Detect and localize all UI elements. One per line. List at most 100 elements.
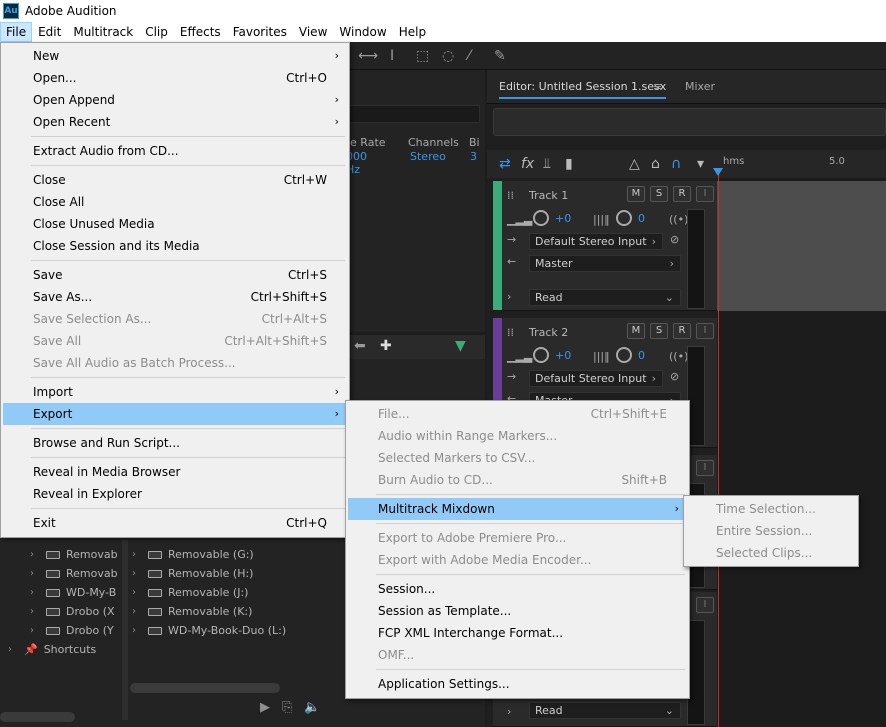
menu-multitrack[interactable]: Multitrack (67, 22, 139, 42)
menu-clip[interactable]: Clip (139, 22, 174, 42)
spot-heal-icon[interactable]: ✎ (494, 48, 506, 64)
export-menu-item-session[interactable]: Session... (348, 578, 687, 600)
marquee-icon[interactable]: ⬚ (416, 48, 429, 64)
menu-edit[interactable]: Edit (32, 22, 67, 42)
menu-effects[interactable]: Effects (174, 22, 227, 42)
file-menu-item-import[interactable]: Import › (3, 381, 347, 403)
back-icon[interactable]: ⬅ (354, 338, 366, 354)
phase-icon[interactable]: ⊘ (670, 370, 679, 383)
right-scrollbar[interactable] (130, 683, 280, 693)
input-select[interactable]: Default Stereo Input › (529, 233, 663, 250)
sends-icon[interactable]: ⫫ (543, 156, 551, 172)
pane-divider[interactable] (122, 540, 128, 720)
add-shortcut-icon[interactable]: ✚ (380, 338, 392, 354)
play-icon[interactable]: ▶ (260, 700, 270, 715)
output-select[interactable]: Master› (529, 255, 681, 272)
export-menu-item-multitrack-mixdown[interactable]: Multitrack Mixdown › (348, 498, 687, 520)
metronome-icon[interactable]: △ (629, 156, 640, 172)
phase-icon[interactable]: ⊘ (670, 233, 679, 246)
tab-mixer[interactable]: Mixer (685, 80, 715, 93)
drag-handle-icon[interactable]: ⁞⁞ (507, 189, 514, 202)
pan-knob[interactable] (616, 347, 632, 363)
left-scrollbar[interactable] (0, 712, 75, 722)
filter-icon[interactable]: ▼ (455, 338, 466, 354)
eq-icon[interactable]: ▮ (565, 156, 573, 172)
menu-file[interactable]: File (0, 22, 33, 42)
input-monitor-button[interactable]: I (696, 323, 714, 339)
track-name[interactable]: Track 2 (529, 326, 568, 339)
list-item[interactable]: › Drobo (Y (30, 621, 114, 640)
file-menu-item-open-recent[interactable]: Open Recent › (3, 111, 347, 133)
record-button[interactable]: R (673, 323, 691, 339)
time-selection-icon[interactable]: ⟷ (358, 48, 378, 64)
io-toggle-icon[interactable]: ⇄ (499, 156, 511, 172)
text-cursor-icon[interactable]: I (390, 48, 394, 64)
list-item[interactable]: › Removable (H:) (132, 564, 253, 583)
file-menu-item-exit[interactable]: Exit Ctrl+Q (3, 512, 347, 534)
file-menu-item-open-append[interactable]: Open Append › (3, 89, 347, 111)
volume-icon[interactable]: 🔈 (304, 700, 320, 715)
mute-button[interactable]: M (627, 186, 645, 202)
menu-window[interactable]: Window (333, 22, 392, 42)
solo-button[interactable]: S (650, 323, 668, 339)
export-menu-item-fcp-xml-interchange-format[interactable]: FCP XML Interchange Format... (348, 622, 687, 644)
input-select[interactable]: Default Stereo Input › (529, 370, 663, 387)
volume-knob[interactable] (533, 347, 549, 363)
list-item[interactable]: › Removable (K:) (132, 602, 252, 621)
list-item[interactable]: › Removab (30, 564, 118, 583)
file-menu-item-save[interactable]: Save Ctrl+S (3, 264, 347, 286)
list-item[interactable]: › WD-My-B (30, 583, 116, 602)
record-button[interactable]: R (673, 186, 691, 202)
track-name[interactable]: Track 1 (529, 189, 568, 202)
input-monitor-button[interactable]: I (696, 597, 714, 613)
list-item[interactable]: › WD-My-Book-Duo (L:) (132, 621, 286, 640)
volume-knob[interactable] (533, 210, 549, 226)
menu-help[interactable]: Help (393, 22, 432, 42)
loop-icon[interactable]: ⌂ (651, 156, 660, 172)
export-menu-item-application-settings[interactable]: Application Settings... (348, 673, 687, 695)
panel-menu-icon[interactable]: ≡ (653, 80, 662, 93)
file-menu-item-export[interactable]: Export › (3, 403, 347, 425)
expand-icon[interactable]: › (507, 705, 511, 718)
fx-icon[interactable]: fx (521, 156, 534, 172)
solo-button[interactable]: S (650, 186, 668, 202)
pan-value[interactable]: 0 (638, 212, 645, 225)
input-monitor-button[interactable]: I (696, 186, 714, 202)
lasso-icon[interactable]: ◌ (442, 48, 454, 64)
file-menu-item-extract-audio-from-cd[interactable]: Extract Audio from CD... (3, 140, 347, 162)
marker-icon[interactable]: ▾ (697, 156, 704, 172)
file-menu-item-reveal-in-media-browser[interactable]: Reveal in Media Browser (3, 461, 347, 483)
file-menu-item-new[interactable]: New › (3, 45, 347, 67)
session-overview[interactable] (493, 108, 886, 136)
file-menu-item-browse-and-run-script[interactable]: Browse and Run Script... (3, 432, 347, 454)
volume-value[interactable]: +0 (555, 212, 571, 225)
file-menu-item-close-session-and-its-media[interactable]: Close Session and its Media (3, 235, 347, 257)
list-item[interactable]: › Removable (G:) (132, 545, 254, 564)
time-ruler[interactable]: hms 5.0 (717, 152, 886, 176)
files-search-input[interactable] (345, 105, 480, 123)
menu-view[interactable]: View (293, 22, 333, 42)
list-item[interactable]: › Drobo (X (30, 602, 115, 621)
drag-handle-icon[interactable]: ⁞⁞ (507, 326, 514, 339)
brush-icon[interactable]: ⁄ (468, 48, 470, 64)
automation-select[interactable]: Read ⌄ (529, 289, 681, 306)
mute-button[interactable]: M (627, 323, 645, 339)
file-menu-item-reveal-in-explorer[interactable]: Reveal in Explorer (3, 483, 347, 505)
column-bits[interactable]: Bi (469, 136, 480, 149)
shortcuts-item[interactable]: › 📌 Shortcuts (8, 640, 96, 659)
tab-editor[interactable]: Editor: Untitled Session 1.sesx (499, 80, 667, 99)
list-item[interactable]: › Removab (30, 545, 118, 564)
column-channels[interactable]: Channels (408, 136, 459, 149)
volume-value[interactable]: +0 (555, 349, 571, 362)
insert-icon[interactable]: ⎘ (282, 700, 292, 715)
export-menu-item-session-as-template[interactable]: Session as Template... (348, 600, 687, 622)
track-clip-area[interactable] (717, 181, 886, 311)
file-menu-item-close[interactable]: Close Ctrl+W (3, 169, 347, 191)
pan-value[interactable]: 0 (638, 349, 645, 362)
automation-select[interactable]: Read ⌄ (529, 702, 681, 719)
file-menu-item-close-unused-media[interactable]: Close Unused Media (3, 213, 347, 235)
playhead[interactable] (718, 170, 719, 727)
pan-knob[interactable] (616, 210, 632, 226)
input-monitor-button[interactable]: I (696, 460, 714, 476)
file-menu-item-open[interactable]: Open... Ctrl+O (3, 67, 347, 89)
